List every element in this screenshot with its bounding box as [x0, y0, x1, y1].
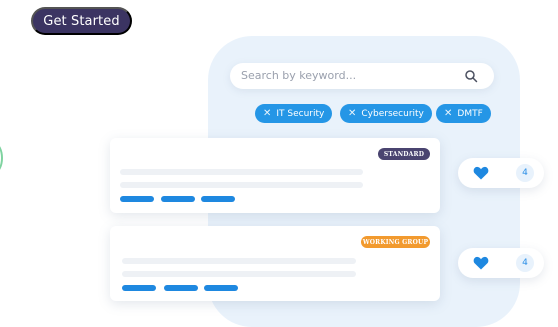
filter-chip-cybersecurity[interactable]: ✕ Cybersecurity: [340, 104, 432, 123]
like-counter[interactable]: 4: [458, 158, 544, 188]
search-input[interactable]: Search by keyword...: [241, 69, 356, 82]
result-card[interactable]: STANDARD: [110, 138, 440, 213]
close-icon[interactable]: ✕: [263, 108, 271, 119]
like-counter[interactable]: 4: [458, 248, 544, 278]
heart-icon[interactable]: [473, 166, 489, 180]
filter-chip-label: Cybersecurity: [361, 108, 424, 119]
tag-placeholder: [120, 196, 154, 202]
search-icon[interactable]: [464, 69, 478, 83]
tag-placeholder: [122, 285, 156, 291]
close-icon[interactable]: ✕: [444, 108, 452, 119]
placeholder-line: [120, 169, 363, 175]
tag-placeholder: [201, 196, 235, 202]
tag-placeholder: [164, 285, 198, 291]
placeholder-line: [120, 182, 363, 188]
result-card[interactable]: WORKING GROUP: [110, 226, 440, 301]
get-started-button[interactable]: Get Started: [31, 7, 132, 35]
filter-chip-dmtf[interactable]: ✕ DMTF: [436, 104, 491, 123]
tag-placeholder: [204, 285, 238, 291]
filter-chip-label: IT Security: [276, 108, 325, 119]
like-count: 4: [516, 254, 534, 272]
close-icon[interactable]: ✕: [348, 108, 356, 119]
search-bar[interactable]: Search by keyword...: [230, 63, 494, 89]
status-badge: WORKING GROUP: [361, 236, 430, 248]
status-badge: STANDARD: [378, 148, 430, 160]
filter-chip-it-security[interactable]: ✕ IT Security: [255, 104, 333, 123]
heart-icon[interactable]: [473, 256, 489, 270]
placeholder-line: [122, 271, 356, 277]
like-count: 4: [516, 164, 534, 182]
tag-placeholder: [161, 196, 195, 202]
decorative-ring: [0, 143, 3, 173]
filter-chip-label: DMTF: [457, 108, 483, 119]
placeholder-line: [122, 258, 356, 264]
